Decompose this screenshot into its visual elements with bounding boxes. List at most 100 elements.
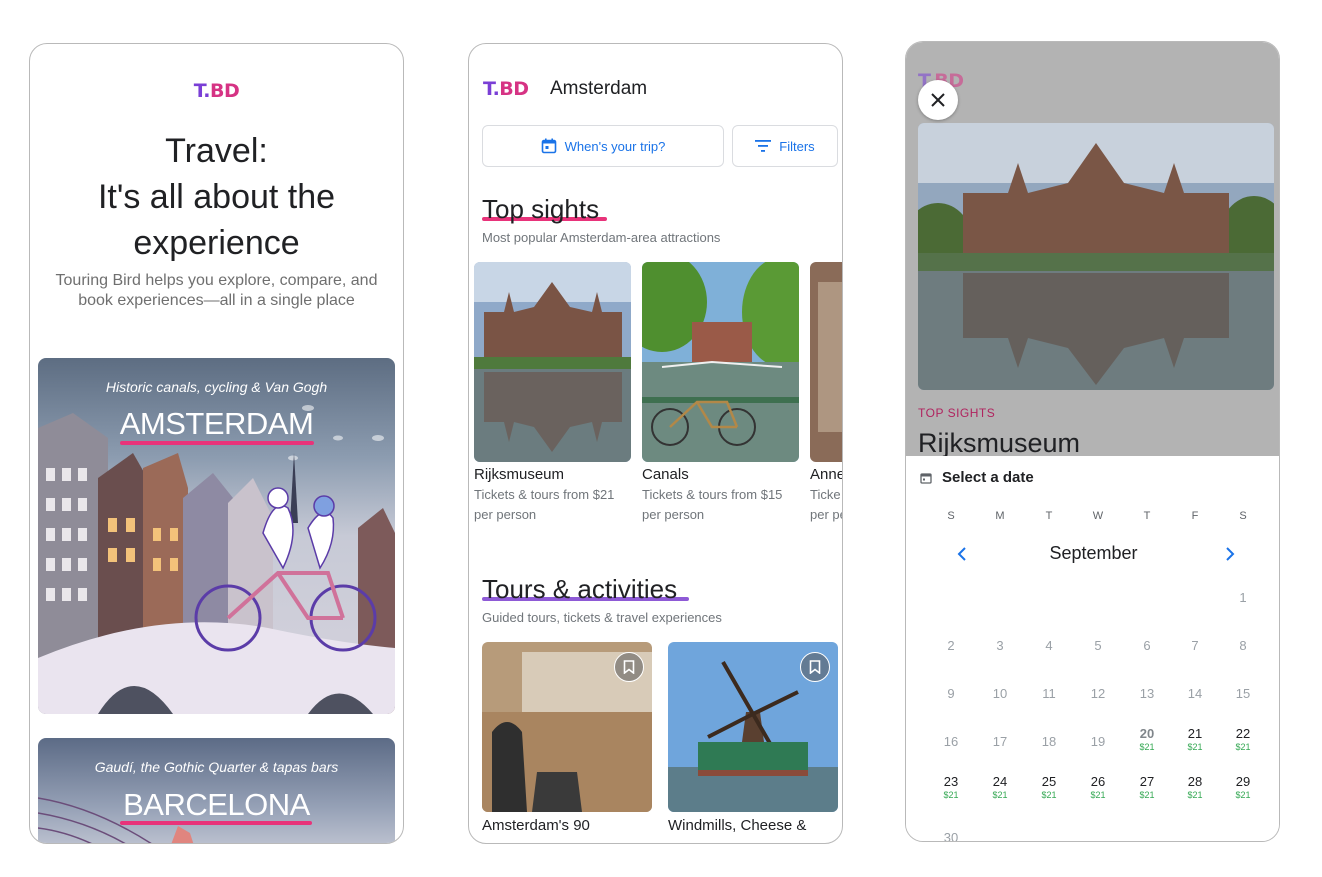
weekday-label: F	[1191, 510, 1199, 522]
city-name: AMSTERDAM	[119, 406, 314, 441]
calendar-day: 30	[934, 830, 968, 842]
sight-name: Canals	[642, 466, 689, 483]
weekday-label: S	[1239, 510, 1247, 522]
day-number: 5	[1094, 638, 1102, 653]
weekday-label: T	[1143, 510, 1151, 522]
sight-price: Tickets & tours from $15 per person	[642, 487, 783, 522]
calendar-day[interactable]: 22 $21	[1226, 726, 1260, 753]
city-name: BARCELONA	[123, 787, 310, 822]
day-number: 9	[947, 686, 955, 701]
calendar-icon	[541, 138, 556, 154]
day-number: 1	[1239, 590, 1247, 605]
city-underline	[120, 441, 314, 445]
day-price: $21	[1187, 790, 1203, 800]
rijksmuseum-photo	[918, 123, 1274, 390]
bookmark-icon	[809, 660, 821, 674]
day-number: 6	[1143, 638, 1151, 653]
calendar-day[interactable]: 25 $21	[1032, 774, 1066, 801]
hero-subtitle: Touring Bird helps you explore, compare,…	[55, 272, 378, 309]
calendar-day: 19	[1081, 734, 1115, 750]
day-number: 16	[943, 734, 959, 749]
sight-card-rijksmuseum[interactable]: Rijksmuseum Tickets & tours from $21 per…	[474, 262, 631, 525]
anne-frank-photo	[810, 262, 842, 462]
day-price: $21	[1235, 790, 1251, 800]
calendar-day: 17	[983, 734, 1017, 750]
city-card-barcelona[interactable]: Gaudí, the Gothic Quarter & tapas bars B…	[38, 738, 395, 843]
city-card-amsterdam[interactable]: Historic canals, cycling & Van Gogh AMST…	[38, 358, 395, 714]
calendar-day: 10	[983, 686, 1017, 702]
day-number: 12	[1090, 686, 1106, 701]
calendar-day: 16	[934, 734, 968, 750]
calendar-day[interactable]: 23 $21	[934, 774, 968, 801]
dimmed-overlay: T.BD TOP SIGHTS Rijksmuseum	[906, 42, 1279, 458]
calendar-day: 11	[1032, 686, 1066, 702]
calendar-day[interactable]: 26 $21	[1081, 774, 1115, 801]
tour-card[interactable]: Windmills, Cheese &	[668, 642, 838, 834]
calendar-day: 4	[1032, 638, 1066, 654]
calendar-day[interactable]: 20 $21	[1130, 726, 1164, 753]
day-price: $21	[992, 790, 1008, 800]
tour-photo	[668, 642, 838, 812]
city-title: Amsterdam	[550, 78, 648, 99]
calendar-day: 14	[1178, 686, 1212, 702]
calendar-day: 1	[1226, 590, 1260, 606]
day-number: 11	[1042, 686, 1056, 701]
calendar-day[interactable]: 21 $21	[1178, 726, 1212, 753]
home-screen: T.BD Travel: It's all about the experien…	[29, 43, 404, 844]
next-month-button[interactable]	[1218, 542, 1242, 566]
day-number: 23	[943, 774, 959, 789]
weekday-label: M	[995, 510, 1005, 522]
day-number: 15	[1235, 686, 1251, 701]
rijksmuseum-photo	[474, 262, 631, 462]
trip-dates-button[interactable]: When's your trip?	[482, 125, 724, 167]
canals-photo	[642, 262, 799, 462]
calendar-day: 5	[1081, 638, 1115, 654]
day-number: 18	[1041, 734, 1057, 749]
day-number: 14	[1187, 686, 1203, 701]
calendar-day: 9	[934, 686, 968, 702]
day-number: 8	[1239, 638, 1247, 653]
date-picker-sheet: Select a date SMTWTFS September 12345678…	[906, 456, 1279, 842]
day-price: $21	[1187, 742, 1203, 752]
calendar-day[interactable]: 29 $21	[1226, 774, 1260, 801]
tour-photo	[482, 642, 652, 812]
day-number: 30	[943, 830, 959, 842]
filters-button[interactable]: Filters	[732, 125, 838, 167]
calendar-day[interactable]: 27 $21	[1130, 774, 1164, 801]
section-title-tours: Tours & activities	[482, 574, 678, 604]
close-button[interactable]	[918, 80, 958, 120]
city-screen: T.BD Amsterdam When's your trip? Filters…	[468, 43, 843, 844]
section-subtitle: Guided tours, tickets & travel experienc…	[482, 610, 722, 625]
date-picker-header: Select a date	[920, 469, 1034, 486]
day-number: 17	[992, 734, 1008, 749]
calendar-day[interactable]: 24 $21	[983, 774, 1017, 801]
day-number: 24	[992, 774, 1008, 789]
logo[interactable]: T.BD	[30, 80, 403, 102]
sight-card-anne-frank[interactable]: Anne Ticke per pe	[810, 262, 842, 525]
tour-name: Windmills, Cheese &	[668, 817, 807, 834]
bookmark-button[interactable]	[614, 652, 644, 682]
day-number: 4	[1045, 638, 1053, 653]
logo[interactable]: T.BD	[483, 78, 529, 100]
bookmark-button[interactable]	[800, 652, 830, 682]
day-number: 22	[1235, 726, 1251, 741]
day-number: 28	[1187, 774, 1203, 789]
day-number: 10	[992, 686, 1008, 701]
section-title-top-sights: Top sights	[482, 194, 600, 224]
sight-price: Tickets & tours from $21 per person	[474, 487, 615, 522]
sight-card-canals[interactable]: Canals Tickets & tours from $15 per pers…	[642, 262, 799, 525]
calendar-day: 8	[1226, 638, 1260, 654]
day-price: $21	[1139, 742, 1155, 752]
day-number: 2	[947, 638, 955, 653]
day-number: 7	[1191, 638, 1199, 653]
tour-card[interactable]: Amsterdam's 90	[482, 642, 652, 834]
day-number: 3	[996, 638, 1004, 653]
date-picker-screen: T.BD TOP SIGHTS Rijksmuseum Select a dat…	[905, 41, 1280, 842]
day-price: $21	[1090, 790, 1106, 800]
section-subtitle: Most popular Amsterdam-area attractions	[482, 230, 721, 245]
calendar-day[interactable]: 28 $21	[1178, 774, 1212, 801]
day-number: 27	[1139, 774, 1155, 789]
calendar-icon	[920, 472, 932, 484]
day-number: 26	[1090, 774, 1106, 789]
day-number: 20	[1139, 726, 1155, 741]
